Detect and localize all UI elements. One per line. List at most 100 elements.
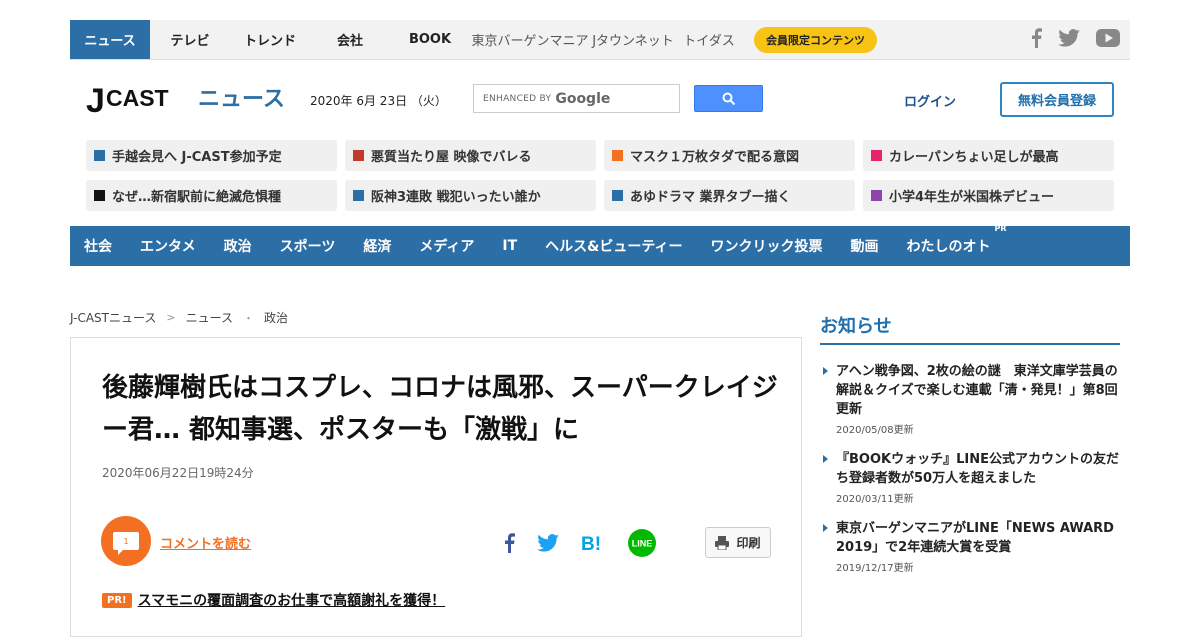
notice-date: 2020/05/08更新 [836, 425, 914, 436]
logo-cast: CAST [106, 85, 169, 111]
pr-badge: PR! [102, 592, 132, 608]
breadcrumb-home[interactable]: J-CASTニュース [70, 309, 156, 326]
trending-topic[interactable]: 小学4年生が米国株デビュー [863, 180, 1114, 211]
notices-list: アヘン戦争図、2枚の絵の謎 東洋文庫学芸員の解説＆クイズで楽しむ連載「清・発見！… [820, 362, 1120, 588]
category-item[interactable]: 社会 [84, 236, 112, 256]
topic-color-marker [94, 150, 105, 161]
topic-color-marker [94, 190, 105, 201]
topnav-company[interactable]: 会社 [310, 20, 390, 59]
top-bar: ニュース テレビ トレンド 会社 BOOK 東京バーゲンマニア Jタウンネット … [70, 20, 1130, 60]
notice-item[interactable]: 東京バーゲンマニアがLINE「NEWS AWARD 2019」で2年連続大賞を受… [820, 519, 1120, 574]
trending-topic-label: 小学4年生が米国株デビュー [889, 190, 1055, 205]
breadcrumb-politics[interactable]: 政治 [264, 309, 288, 326]
notice-date: 2020/03/11更新 [836, 494, 914, 505]
category-label: メディア [419, 239, 475, 255]
breadcrumb-separator: > [166, 311, 176, 324]
topnav-toidas[interactable]: トイダス [676, 20, 742, 59]
topnav-book[interactable]: BOOK [390, 20, 470, 59]
category-item[interactable]: エンタメ [140, 236, 196, 256]
category-label: ワンクリック投票 [710, 239, 823, 255]
category-label: 政治 [223, 239, 252, 255]
line-share-icon[interactable]: LINE [627, 528, 657, 562]
notice-item[interactable]: 『BOOKウォッチ』LINE公式アカウントの友だち登録者数が50万人を超えました… [820, 450, 1120, 505]
google-wordmark: Google [555, 90, 611, 107]
category-label: スポーツ [279, 239, 336, 255]
login-link[interactable]: ログイン [904, 91, 956, 110]
notice-text[interactable]: 『BOOKウォッチ』LINE公式アカウントの友だち登録者数が50万人を超えました [836, 450, 1120, 488]
topnav-bargain-mania[interactable]: 東京バーゲンマニア [470, 20, 590, 59]
article-card: 後藤輝樹氏はコスプレ、コロナは風邪、スーパークレイジー君… 都知事選、ポスターも… [70, 337, 802, 637]
category-item[interactable]: メディア [419, 236, 474, 256]
comment-count: 1 [113, 532, 139, 555]
category-item[interactable]: スポーツ [280, 236, 336, 256]
notice-text[interactable]: アヘン戦争図、2枚の絵の謎 東洋文庫学芸員の解説＆クイズで楽しむ連載「清・発見！… [836, 362, 1120, 419]
category-label: ヘルス&ビューティー [545, 239, 683, 255]
article-date: 2020年06月22日19時24分 [102, 466, 254, 480]
youtube-icon[interactable] [1096, 28, 1120, 51]
category-label: わたしのオト [906, 239, 991, 255]
trending-topic[interactable]: カレーパンちょい足しが最高 [863, 140, 1114, 171]
search-input[interactable]: ENHANCED BY Google [473, 84, 680, 113]
printer-icon [715, 535, 730, 550]
trending-topic-label: カレーパンちょい足しが最高 [889, 150, 1059, 165]
trending-topic[interactable]: 手越会見へ J-CAST参加予定 [86, 140, 337, 171]
category-label: エンタメ [140, 239, 196, 255]
topic-color-marker [353, 150, 364, 161]
hatena-bookmark-icon[interactable]: B! [581, 533, 605, 557]
topic-color-marker [612, 150, 623, 161]
breadcrumb-separator: ・ [243, 311, 255, 325]
pr-ad: PR! スマモニの覆面調査のお仕事で高額謝礼を獲得！ [102, 590, 445, 610]
members-content-button[interactable]: 会員限定コンテンツ [754, 26, 877, 53]
trending-topics: 手越会見へ J-CAST参加予定 悪質当たり屋 映像でバレる マスク１万枚タダで配る… [86, 140, 1116, 211]
trending-topic[interactable]: 悪質当たり屋 映像でバレる [345, 140, 596, 171]
topnav-trend[interactable]: トレンド [230, 20, 310, 59]
pr-tag: PR [994, 224, 1007, 233]
trending-topic[interactable]: あゆドラマ 業界タブー描く [604, 180, 855, 211]
trending-topic-label: 悪質当たり屋 映像でバレる [371, 150, 532, 165]
breadcrumb: J-CASTニュース > ニュース ・ 政治 [70, 309, 288, 326]
category-label: 社会 [84, 239, 112, 255]
twitter-share-icon[interactable] [537, 534, 559, 556]
notices-title: お知らせ [820, 316, 892, 337]
facebook-icon[interactable] [1030, 27, 1042, 52]
topic-color-marker [871, 190, 882, 201]
register-button[interactable]: 無料会員登録 [1000, 82, 1114, 117]
facebook-share-icon[interactable] [503, 532, 515, 558]
social-links [1030, 20, 1120, 59]
read-comments-link[interactable]: コメントを読む [160, 533, 251, 552]
search-button[interactable] [694, 85, 763, 112]
share-buttons: B! LINE [503, 528, 657, 562]
trending-topic[interactable]: マスク１万枚タダで配る意図 [604, 140, 855, 171]
topic-color-marker [353, 190, 364, 201]
logo-j: J [86, 82, 105, 120]
svg-text:B!: B! [581, 534, 601, 553]
trending-topic[interactable]: なぜ…新宿駅前に絶滅危惧種 [86, 180, 337, 211]
current-date: 2020年 6月 23日 （火） [310, 94, 447, 108]
category-item[interactable]: わたしのオト PR [906, 224, 1007, 256]
notice-item[interactable]: アヘン戦争図、2枚の絵の謎 東洋文庫学芸員の解説＆クイズで楽しむ連載「清・発見！… [820, 362, 1120, 436]
trending-topic[interactable]: 阪神3連敗 戦犯いったい誰か [345, 180, 596, 211]
pr-link[interactable]: スマモニの覆面調査のお仕事で高額謝礼を獲得！ [138, 590, 446, 610]
breadcrumb-news[interactable]: ニュース [186, 309, 233, 326]
category-item[interactable]: 動画 [851, 236, 879, 256]
print-button[interactable]: 印刷 [705, 527, 771, 558]
twitter-icon[interactable] [1058, 28, 1080, 51]
trending-topic-label: 阪神3連敗 戦犯いったい誰か [371, 190, 541, 205]
site-logo[interactable]: J CAST ニュース [86, 82, 286, 122]
trending-topic-label: マスク１万枚タダで配る意図 [630, 150, 800, 165]
topic-color-marker [612, 190, 623, 201]
category-item[interactable]: ヘルス&ビューティー [545, 236, 682, 256]
topnav-news[interactable]: ニュース [70, 20, 150, 59]
print-label: 印刷 [736, 536, 761, 550]
trending-topic-label: 手越会見へ J-CAST参加予定 [112, 150, 282, 165]
notice-text[interactable]: 東京バーゲンマニアがLINE「NEWS AWARD 2019」で2年連続大賞を受… [836, 519, 1120, 557]
topnav-jtown[interactable]: Jタウンネット [590, 20, 676, 59]
category-item[interactable]: ワンクリック投票 [711, 236, 823, 256]
category-item[interactable]: 経済 [363, 236, 391, 256]
comment-icon[interactable]: 1 [101, 516, 151, 566]
category-item[interactable]: 政治 [224, 236, 252, 256]
category-item[interactable]: IT [502, 238, 517, 254]
logo-news: ニュース [198, 87, 285, 112]
article-headline: 後藤輝樹氏はコスプレ、コロナは風邪、スーパークレイジー君… 都知事選、ポスターも… [102, 373, 778, 445]
topnav-tv[interactable]: テレビ [150, 20, 230, 59]
